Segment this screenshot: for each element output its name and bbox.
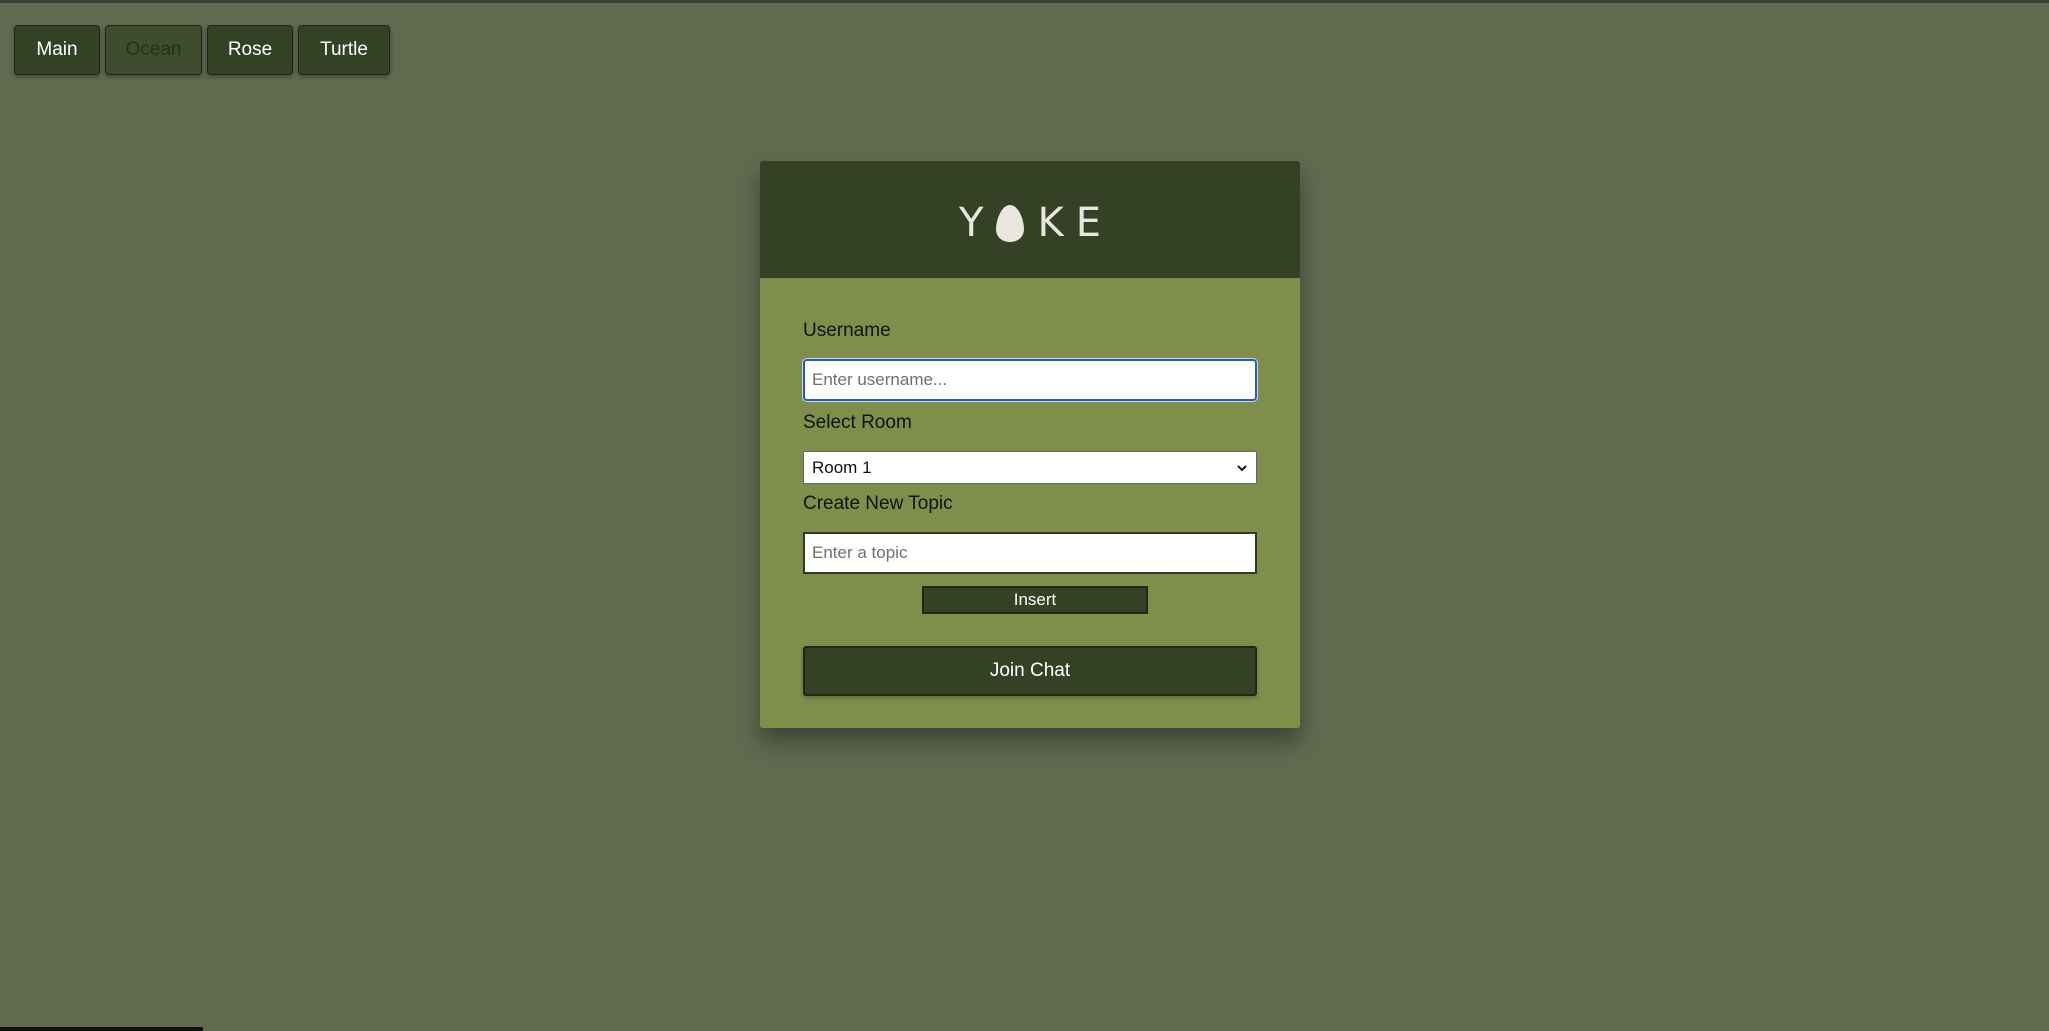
room-select[interactable]: Room 1 [803,451,1257,484]
logo-letter-k: K [1037,199,1064,246]
join-chat-button[interactable]: Join Chat [803,646,1257,696]
theme-button-main[interactable]: Main [14,25,100,75]
chevron-down-icon [1237,464,1247,471]
window-top-border [0,0,2049,3]
theme-button-turtle[interactable]: Turtle [298,25,390,75]
logo-letter-e: E [1075,199,1101,246]
topic-input[interactable] [803,532,1257,574]
egg-icon [996,204,1025,242]
login-card: Y K E Username Select Room Room 1 Create… [760,161,1300,728]
insert-button[interactable]: Insert [922,586,1148,614]
theme-switcher: Main Ocean Rose Turtle [14,25,390,75]
room-select-value: Room 1 [812,457,872,477]
create-topic-label: Create New Topic [803,493,953,514]
select-room-label: Select Room [803,412,912,433]
taskbar-fragment [0,1027,203,1031]
logo-letter-y: Y [959,199,984,246]
yoke-logo: Y K E [953,200,1107,246]
theme-button-rose[interactable]: Rose [207,25,293,75]
theme-button-ocean[interactable]: Ocean [105,25,202,75]
login-form: Username Select Room Room 1 Create New T… [760,278,1300,728]
username-input[interactable] [803,359,1257,401]
card-header: Y K E [760,161,1300,278]
username-label: Username [803,320,891,341]
